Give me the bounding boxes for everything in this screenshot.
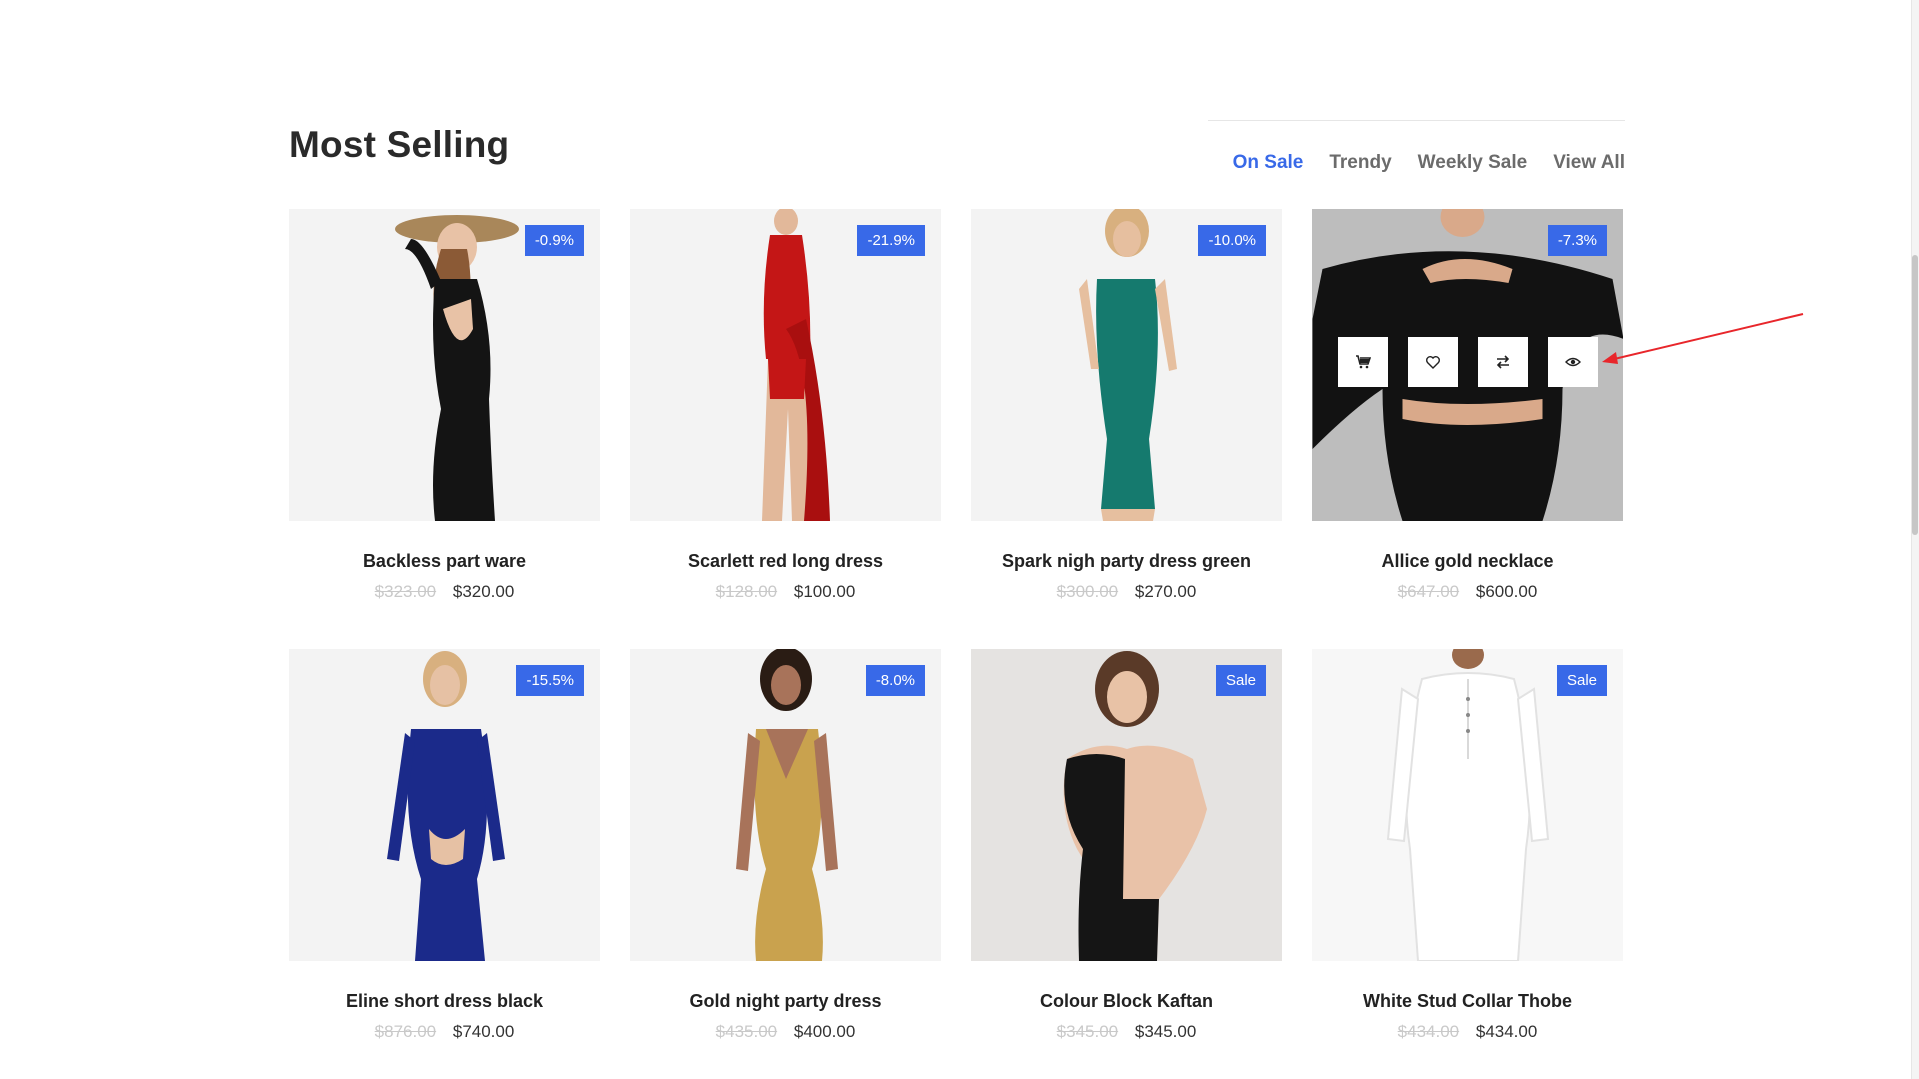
- product-card[interactable]: -0.9% Backless part ware $323.00 $320.00: [289, 209, 600, 649]
- discount-badge: -8.0%: [865, 665, 925, 696]
- filter-tabs: On Sale Trendy Weekly Sale View All: [1207, 120, 1625, 178]
- product-prices: $128.00 $100.00: [630, 582, 941, 602]
- old-price: $323.00: [374, 582, 437, 601]
- discount-badge: -15.5%: [516, 665, 584, 696]
- product-photo-white-thobe: [1386, 649, 1549, 961]
- discount-badge: -0.9%: [524, 225, 584, 256]
- product-photo-black-dress: [394, 215, 519, 521]
- eye-icon: [1565, 357, 1581, 367]
- product-photo-red-dress: [761, 209, 830, 521]
- product-prices: $647.00 $600.00: [1312, 582, 1623, 602]
- discount-badge: -10.0%: [1198, 225, 1266, 256]
- product-name[interactable]: Spark nigh party dress green: [971, 551, 1282, 572]
- product-prices: $345.00 $345.00: [971, 1022, 1282, 1042]
- discount-badge: -21.9%: [857, 225, 925, 256]
- product-image[interactable]: Sale: [971, 649, 1282, 961]
- product-card[interactable]: -10.0% Spark nigh party dress green $300…: [971, 209, 1282, 649]
- product-photo-blue-lace-dress: [386, 651, 505, 961]
- product-photo-green-dress: [1078, 209, 1177, 521]
- current-price: $600.00: [1475, 582, 1538, 601]
- old-price: $434.00: [1397, 1022, 1460, 1041]
- sale-badge: Sale: [1556, 665, 1607, 696]
- product-prices: $435.00 $400.00: [630, 1022, 941, 1042]
- old-price: $345.00: [1056, 1022, 1119, 1041]
- heart-icon: [1426, 356, 1440, 369]
- product-prices: $434.00 $434.00: [1312, 1022, 1623, 1042]
- hover-actions: [1338, 337, 1598, 387]
- product-name[interactable]: Allice gold necklace: [1312, 551, 1623, 572]
- product-prices: $300.00 $270.00: [971, 582, 1282, 602]
- scrollbar-thumb[interactable]: [1912, 255, 1918, 535]
- product-name[interactable]: Gold night party dress: [630, 991, 941, 1012]
- product-grid: -0.9% Backless part ware $323.00 $320.00…: [289, 209, 1625, 1079]
- current-price: $400.00: [793, 1022, 856, 1041]
- product-card[interactable]: -7.3% Allice gold necklace $647.00 $600.…: [1312, 209, 1623, 649]
- tab-on-sale[interactable]: On Sale: [1233, 152, 1304, 178]
- product-image[interactable]: -21.9%: [630, 209, 941, 521]
- add-to-wishlist-button[interactable]: [1408, 337, 1458, 387]
- add-to-cart-button[interactable]: [1338, 337, 1388, 387]
- compare-button[interactable]: [1478, 337, 1528, 387]
- product-photo-kaftan: [1063, 651, 1207, 961]
- quick-view-button[interactable]: [1548, 337, 1598, 387]
- cart-icon: [1356, 355, 1371, 369]
- product-image[interactable]: -15.5%: [289, 649, 600, 961]
- current-price: $320.00: [452, 582, 515, 601]
- old-price: $647.00: [1397, 582, 1460, 601]
- old-price: $128.00: [715, 582, 778, 601]
- old-price: $435.00: [715, 1022, 778, 1041]
- product-image[interactable]: -0.9%: [289, 209, 600, 521]
- section-header: Most Selling On Sale Trendy Weekly Sale …: [289, 120, 1625, 210]
- sale-badge: Sale: [1215, 665, 1266, 696]
- product-name[interactable]: Colour Block Kaftan: [971, 991, 1282, 1012]
- old-price: $876.00: [374, 1022, 437, 1041]
- current-price: $434.00: [1475, 1022, 1538, 1041]
- current-price: $270.00: [1134, 582, 1197, 601]
- product-prices: $876.00 $740.00: [289, 1022, 600, 1042]
- tab-trendy[interactable]: Trendy: [1329, 152, 1391, 178]
- current-price: $100.00: [793, 582, 856, 601]
- compare-icon: [1496, 355, 1510, 369]
- product-card[interactable]: -21.9% Scarlett red long dress $128.00 $…: [630, 209, 941, 649]
- product-card[interactable]: -8.0% Gold night party dress $435.00 $40…: [630, 649, 941, 1079]
- product-photo-gold-dress: [735, 649, 838, 961]
- product-name[interactable]: Scarlett red long dress: [630, 551, 941, 572]
- product-name[interactable]: White Stud Collar Thobe: [1312, 991, 1623, 1012]
- product-image[interactable]: -8.0%: [630, 649, 941, 961]
- product-image[interactable]: -10.0%: [971, 209, 1282, 521]
- page-scrollbar[interactable]: [1911, 0, 1919, 1079]
- section-title: Most Selling: [289, 124, 510, 165]
- product-prices: $323.00 $320.00: [289, 582, 600, 602]
- annotation-arrow-icon: [1602, 313, 1804, 364]
- current-price: $740.00: [452, 1022, 515, 1041]
- product-card[interactable]: Sale Colour Block Kaftan $345.00 $345.00: [971, 649, 1282, 1079]
- product-card[interactable]: Sale White Stud Collar Thobe $434.00 $43…: [1312, 649, 1623, 1079]
- discount-badge: -7.3%: [1547, 225, 1607, 256]
- most-selling-section: Most Selling On Sale Trendy Weekly Sale …: [289, 120, 1625, 1041]
- product-name[interactable]: Eline short dress black: [289, 991, 600, 1012]
- product-name[interactable]: Backless part ware: [289, 551, 600, 572]
- tab-weekly-sale[interactable]: Weekly Sale: [1418, 152, 1528, 178]
- product-image[interactable]: -7.3%: [1312, 209, 1623, 521]
- current-price: $345.00: [1134, 1022, 1197, 1041]
- product-card[interactable]: -15.5% Eline short dress black $876.00 $…: [289, 649, 600, 1079]
- product-image[interactable]: Sale: [1312, 649, 1623, 961]
- old-price: $300.00: [1056, 582, 1119, 601]
- tab-view-all[interactable]: View All: [1553, 152, 1625, 178]
